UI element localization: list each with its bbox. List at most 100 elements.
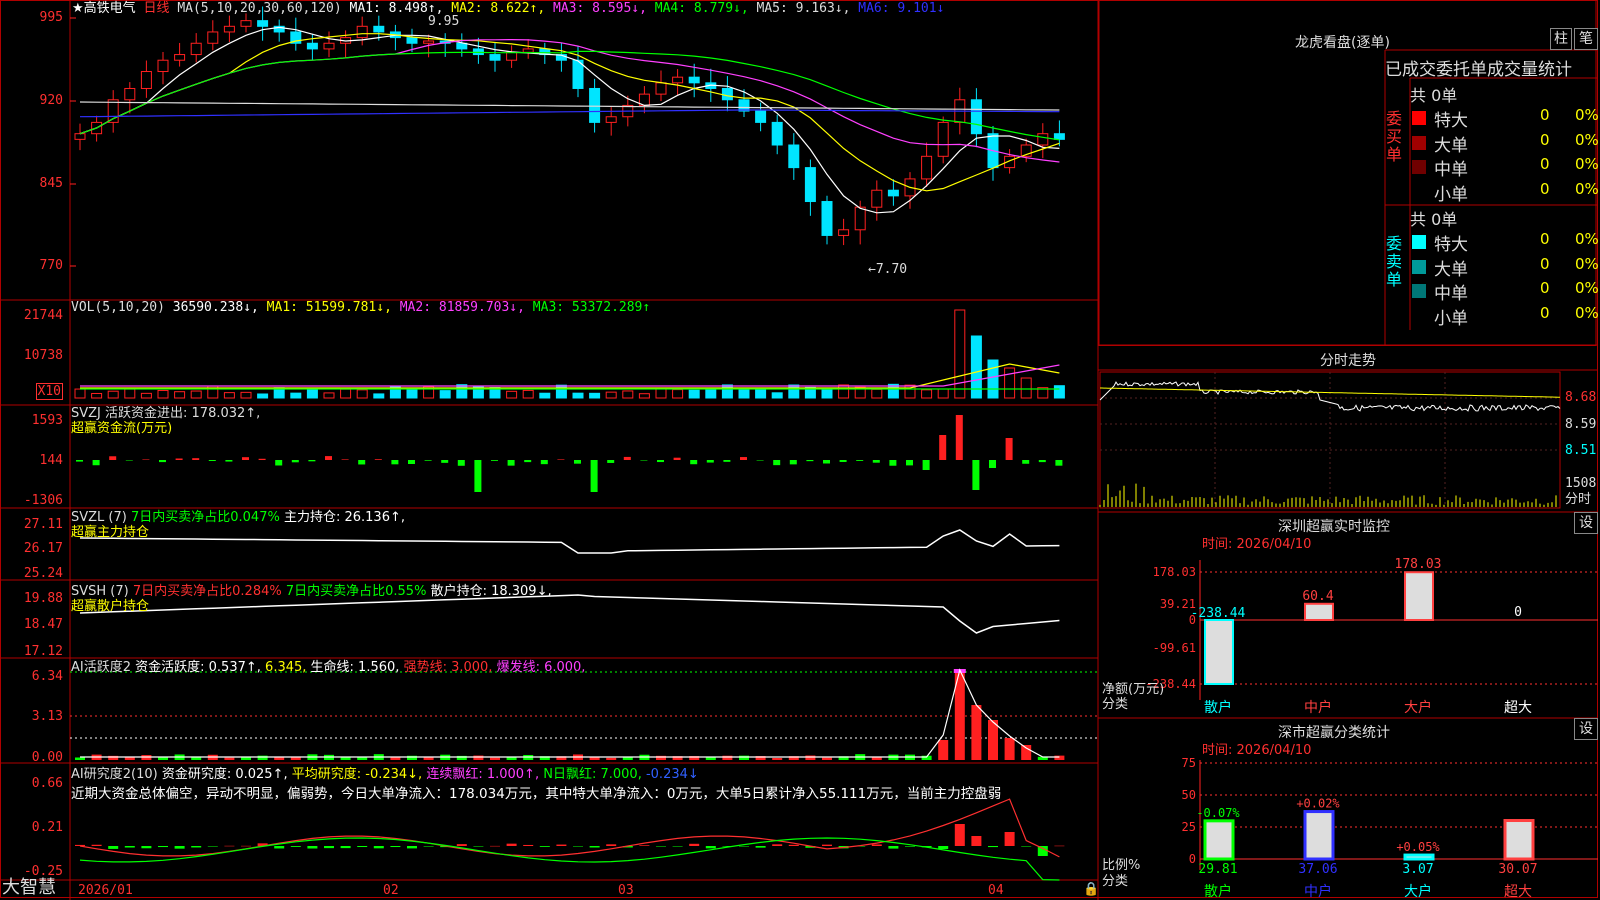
sell-orders-label: 委卖单 bbox=[1386, 234, 1403, 289]
svzj-y-tick: -1306 bbox=[23, 493, 63, 508]
svsh-net-ratio-green: 7日内买卖净占比0.55% bbox=[285, 584, 427, 599]
activity-bar bbox=[224, 757, 235, 760]
chart-canvas[interactable]: 178.0339.210-99.61-238.44-238.44散户60.4中户… bbox=[0, 0, 1600, 900]
monitor-bar bbox=[1404, 571, 1434, 621]
activity-bar bbox=[490, 757, 500, 760]
buy-row-swatch bbox=[1412, 111, 1426, 125]
fund-flow-bar bbox=[125, 460, 133, 461]
fund-flow-bar bbox=[673, 457, 681, 460]
stat-bar bbox=[1203, 819, 1235, 861]
monitor-bar-value: 0 bbox=[1514, 605, 1522, 620]
candle-body bbox=[323, 42, 335, 50]
svsh-y-tick: 19.88 bbox=[23, 591, 63, 606]
svzl-header: SVZL (7) 7日内买卖净占比0.047% 主力持仓: 26.136↑, bbox=[71, 510, 405, 525]
candle-body bbox=[506, 51, 518, 61]
research-bar bbox=[390, 846, 401, 848]
ai2-average: 平均研究度: -0.234↓, bbox=[291, 767, 423, 782]
volume-bar bbox=[705, 388, 717, 399]
candle-body bbox=[1037, 133, 1049, 146]
vol-unit-button[interactable]: X10 bbox=[35, 383, 63, 400]
fund-flow-bar bbox=[308, 460, 316, 462]
volume-bar bbox=[257, 393, 269, 399]
fund-flow-bar bbox=[358, 460, 366, 465]
activity-bar bbox=[257, 755, 268, 760]
ai1-lifeline: 生命线: 1.560, bbox=[310, 660, 400, 675]
research-bar bbox=[324, 846, 334, 849]
sell-total: 共 0单 bbox=[1410, 210, 1458, 229]
bar-mode-button[interactable]: 柱 bbox=[1550, 28, 1572, 50]
activity-bar bbox=[1004, 738, 1015, 760]
fund-flow-bar bbox=[424, 460, 432, 461]
research-bar bbox=[191, 846, 202, 848]
fund-flow-bar bbox=[142, 459, 150, 460]
sell-row-percent: 0% bbox=[1575, 230, 1599, 248]
volume-bar bbox=[555, 384, 567, 399]
research-bar bbox=[357, 846, 368, 848]
candle-body bbox=[240, 20, 252, 27]
volume-bar bbox=[157, 389, 169, 399]
research-bar bbox=[755, 846, 766, 848]
candle-body bbox=[306, 42, 318, 50]
ai1-y-tick: 3.13 bbox=[31, 709, 63, 724]
tick-mode-button[interactable]: 笔 bbox=[1574, 28, 1598, 50]
sz-monitor-settings-button[interactable]: 设 bbox=[1574, 512, 1598, 534]
research-bar bbox=[373, 846, 384, 849]
candle-body bbox=[887, 189, 899, 197]
volume-bar bbox=[174, 391, 186, 399]
sell-row-swatch bbox=[1412, 235, 1426, 249]
low-price-mark: ←7.70 bbox=[868, 262, 908, 277]
volume-bar bbox=[721, 384, 733, 399]
sell-row-swatch bbox=[1412, 259, 1426, 274]
buy-row-name: 小单 bbox=[1434, 184, 1468, 205]
svzl-net-ratio: 7日内买卖净占比0.047% bbox=[130, 510, 280, 525]
period-label[interactable]: 日线 bbox=[143, 1, 169, 16]
fund-flow-bar bbox=[109, 456, 117, 460]
buy-row-percent: 0% bbox=[1575, 106, 1599, 124]
monitor-bar bbox=[1304, 602, 1334, 622]
volume-bar bbox=[771, 392, 783, 399]
stock-name[interactable]: ★高铁电气 bbox=[72, 1, 136, 16]
svsh-net-ratio-red: 7日内买卖净占比0.284% bbox=[132, 584, 282, 599]
stat-y-tick: 75 bbox=[1182, 756, 1196, 770]
research-bar bbox=[822, 844, 832, 846]
ai2-continuous-red: 连续飘红: 1.000↑, bbox=[426, 767, 540, 782]
volume-header: VOL(5,10,20) 36590.238↓, MA1: 51599.781↓… bbox=[71, 300, 650, 315]
svsh-y-tick: 17.12 bbox=[23, 644, 63, 659]
sz-stat-title: 深市超赢分类统计 bbox=[1278, 725, 1390, 741]
activity-bar bbox=[739, 755, 749, 760]
lock-icon[interactable]: 🔒 bbox=[1083, 882, 1099, 897]
sz-stat-settings-button[interactable]: 设 bbox=[1574, 718, 1598, 740]
activity-bar bbox=[772, 757, 783, 760]
brand-logo[interactable]: 大智慧 bbox=[2, 878, 56, 898]
sz-monitor-category: 分类 bbox=[1102, 697, 1129, 712]
fund-flow-bar bbox=[225, 460, 233, 462]
activity-bar bbox=[722, 755, 733, 760]
volume-bar bbox=[572, 392, 584, 399]
sell-row-count: 0 bbox=[1540, 279, 1550, 297]
fund-flow-bar bbox=[823, 460, 830, 464]
monitor-bar bbox=[1204, 619, 1234, 685]
volume-bar bbox=[522, 389, 534, 399]
volume-bar bbox=[323, 392, 335, 399]
stat-y-tick: 50 bbox=[1182, 788, 1196, 802]
research-bar bbox=[456, 844, 467, 846]
research-bar bbox=[573, 846, 583, 847]
buy-row-percent: 0% bbox=[1575, 130, 1599, 149]
research-bar bbox=[954, 824, 965, 846]
svzl-subtitle: 超赢主力持仓 bbox=[71, 525, 150, 540]
volume-bar bbox=[589, 392, 601, 399]
intraday-tick: 8.59 bbox=[1565, 417, 1597, 432]
stat-category-label: 超大 bbox=[1504, 884, 1532, 900]
research-bar bbox=[888, 846, 899, 849]
volume-bar bbox=[788, 384, 800, 399]
research-bar bbox=[506, 843, 517, 846]
ai-research-header: AI研究度2(10) 资金研究度: 0.025↑, 平均研究度: -0.234↓… bbox=[71, 767, 699, 782]
volume-bar bbox=[937, 388, 949, 399]
research-bar bbox=[772, 844, 783, 846]
ma5-line bbox=[79, 101, 1060, 111]
intraday-unit: 分时 bbox=[1565, 492, 1592, 507]
research-bar bbox=[589, 846, 600, 848]
research-line-red bbox=[79, 798, 1060, 858]
ai2-research: 资金研究度: 0.025↑, bbox=[161, 767, 288, 782]
research-bar bbox=[988, 846, 998, 848]
